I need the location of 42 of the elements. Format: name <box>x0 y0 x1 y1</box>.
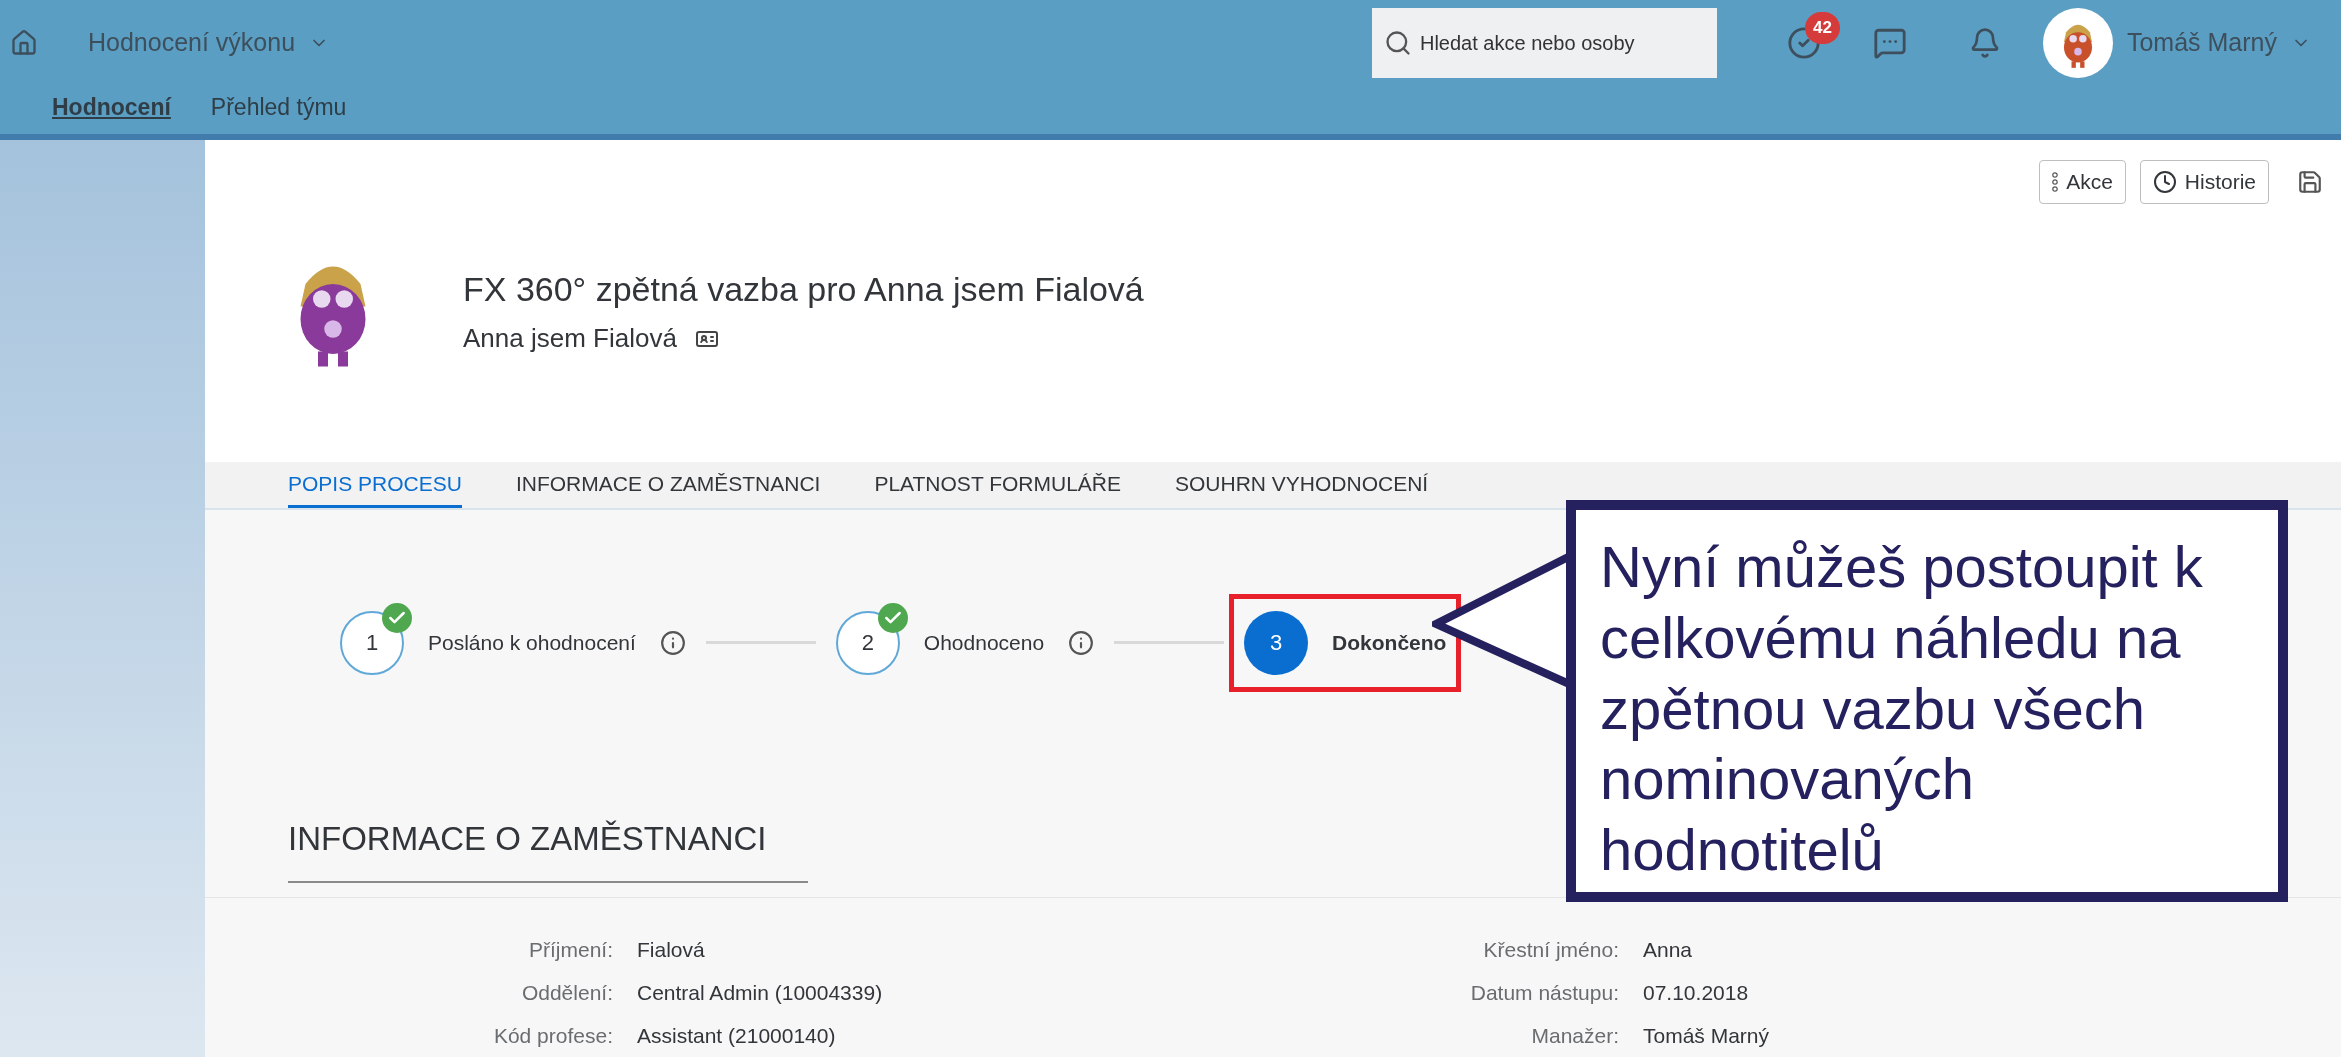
field-value: 07.10.2018 <box>1643 979 1749 1006</box>
more-icon <box>2052 172 2059 192</box>
field-value: Tomáš Marný <box>1643 1022 1770 1049</box>
field-label: Oddělení: <box>520 979 613 1006</box>
step-number[interactable]: 2 <box>835 610 900 675</box>
callout-box: Nyní můžeš postoupit k celkovému náhledu na zpětnou vazbu všech nominovaných hodnotitelů <box>1566 500 2288 902</box>
action-button[interactable]: Historie <box>2139 160 2269 204</box>
step-number[interactable]: 1 <box>340 610 404 675</box>
info-icon[interactable] <box>1068 629 1095 656</box>
step-label: Dokončeno <box>1332 629 1447 656</box>
search-icon <box>1383 29 1412 57</box>
field-label: Příjmení: <box>527 936 613 963</box>
section-heading: INFORMACE O ZAMĚSTNANCI <box>288 819 767 857</box>
step-label: Ohodnoceno <box>923 629 1045 656</box>
step-label: Posláno k ohodnocení <box>428 629 636 656</box>
field-label: Datum nástupu: <box>1469 979 1619 1006</box>
check-icon <box>877 602 908 633</box>
search-field[interactable]: Hledat akce nebo osoby <box>1371 8 1717 78</box>
field-value: Fialová <box>637 936 705 963</box>
section-tab[interactable]: POPIS PROCESU <box>288 462 462 508</box>
field-label: Křestní jméno: <box>1482 936 1619 963</box>
clock-icon <box>2152 170 2177 194</box>
section-tab[interactable]: SOUHRN VYHODNOCENÍ <box>1175 462 1429 508</box>
field-value: Assistant (21000140) <box>637 1022 836 1049</box>
info-icon[interactable] <box>659 629 686 656</box>
home-icon[interactable] <box>10 29 38 57</box>
field-label: Manažer: <box>1530 1022 1619 1049</box>
step-number[interactable]: 3 <box>1244 610 1309 675</box>
field-value: Central Admin (10004339) <box>637 979 883 1006</box>
nav-tab[interactable]: Hodnocení <box>52 89 171 125</box>
action-button[interactable]: Akce <box>2039 160 2126 204</box>
page-title: FX 360° zpětná vazba pro Anna jsem Fialová <box>463 269 1144 310</box>
save-icon[interactable] <box>2297 169 2323 195</box>
section-tab[interactable]: PLATNOST FORMULÁŘE <box>874 462 1121 508</box>
field-value: Anna <box>1643 936 1693 963</box>
notification-badge: 42 <box>1804 12 1840 44</box>
nav-tab[interactable]: Přehled týmu <box>210 89 347 125</box>
page-subtitle: Anna jsem Fialová <box>463 322 677 355</box>
chat-icon[interactable] <box>1872 26 1907 60</box>
section-tab[interactable]: INFORMACE O ZAMĚSTNANCI <box>515 462 821 508</box>
field-label: Kód profese: <box>492 1022 613 1049</box>
check-icon <box>382 602 412 633</box>
